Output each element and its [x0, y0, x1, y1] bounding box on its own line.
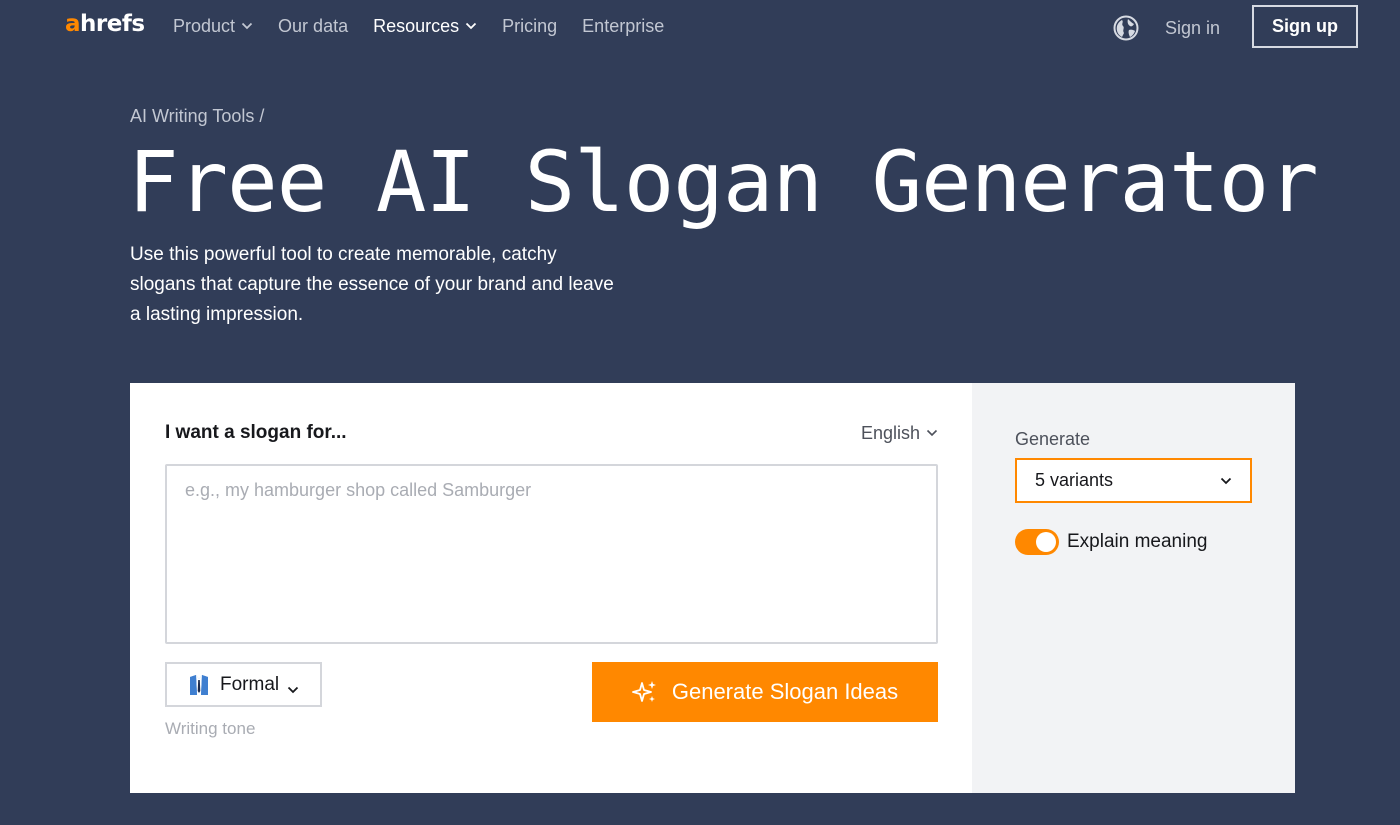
- variants-select[interactable]: 5 variants: [1015, 458, 1252, 503]
- chevron-down-icon: [287, 681, 299, 693]
- sparkle-icon: [631, 679, 658, 705]
- nav-item-label: Resources: [373, 16, 460, 36]
- logo-letters: hrefs: [80, 11, 145, 37]
- sign-up-button[interactable]: Sign up: [1252, 5, 1358, 48]
- chevron-down-icon: [926, 429, 938, 437]
- nav-item-pricing[interactable]: Pricing: [502, 14, 557, 38]
- explain-meaning-toggle[interactable]: [1015, 529, 1059, 555]
- nav-item-our-data[interactable]: Our data: [278, 14, 348, 38]
- nav-item-label: Enterprise: [582, 16, 665, 36]
- nav-item-label: Pricing: [502, 16, 558, 36]
- logo-letter-a: a: [65, 11, 81, 37]
- explain-meaning-label: Explain meaning: [1067, 531, 1208, 552]
- nav-item-product[interactable]: Product: [173, 14, 253, 38]
- writing-tone-select[interactable]: Formal: [165, 662, 322, 707]
- main-menu: Product Our data Resources Pricing Enter…: [173, 14, 689, 38]
- toggle-knob: [1036, 532, 1056, 552]
- tone-help-text: Writing tone: [165, 719, 256, 738]
- generate-count-label: Generate: [1015, 429, 1091, 449]
- sign-in-link[interactable]: Sign in: [1165, 16, 1220, 40]
- suit-icon: [187, 673, 211, 697]
- explain-meaning-row: Explain meaning: [1015, 529, 1207, 555]
- ahrefs-logo[interactable]: ahrefs: [65, 10, 145, 38]
- breadcrumb[interactable]: AI Writing Tools /: [130, 104, 264, 128]
- chevron-down-icon: [241, 22, 253, 30]
- nav-item-label: Our data: [278, 16, 349, 36]
- generate-slogan-button[interactable]: Generate Slogan Ideas: [592, 662, 938, 722]
- chevron-down-icon: [465, 22, 477, 30]
- variants-value: 5 variants: [1035, 470, 1114, 490]
- options-panel: Generate 5 variants Explain meaning: [972, 383, 1295, 793]
- nav-item-enterprise[interactable]: Enterprise: [582, 14, 664, 38]
- language-select[interactable]: English: [861, 421, 938, 445]
- nav-item-resources[interactable]: Resources: [373, 14, 477, 38]
- prompt-panel: I want a slogan for... English Formal: [130, 383, 972, 793]
- globe-icon[interactable]: [1113, 15, 1139, 41]
- generate-button-label: Generate Slogan Ideas: [671, 679, 899, 704]
- slogan-prompt-input[interactable]: [165, 464, 938, 644]
- prompt-label: I want a slogan for...: [165, 422, 347, 443]
- tone-value: Formal: [220, 673, 280, 695]
- nav-item-label: Product: [173, 16, 236, 36]
- chevron-down-icon: [1220, 472, 1232, 490]
- page-subtitle: Use this powerful tool to create memorab…: [130, 244, 614, 325]
- language-value: English: [860, 423, 920, 443]
- page-title: Free AI Slogan Generator: [128, 133, 1319, 231]
- top-navigation: ahrefs Product Our data Resources Pricin…: [0, 0, 1400, 55]
- slogan-generator-card: I want a slogan for... English Formal: [130, 383, 1295, 793]
